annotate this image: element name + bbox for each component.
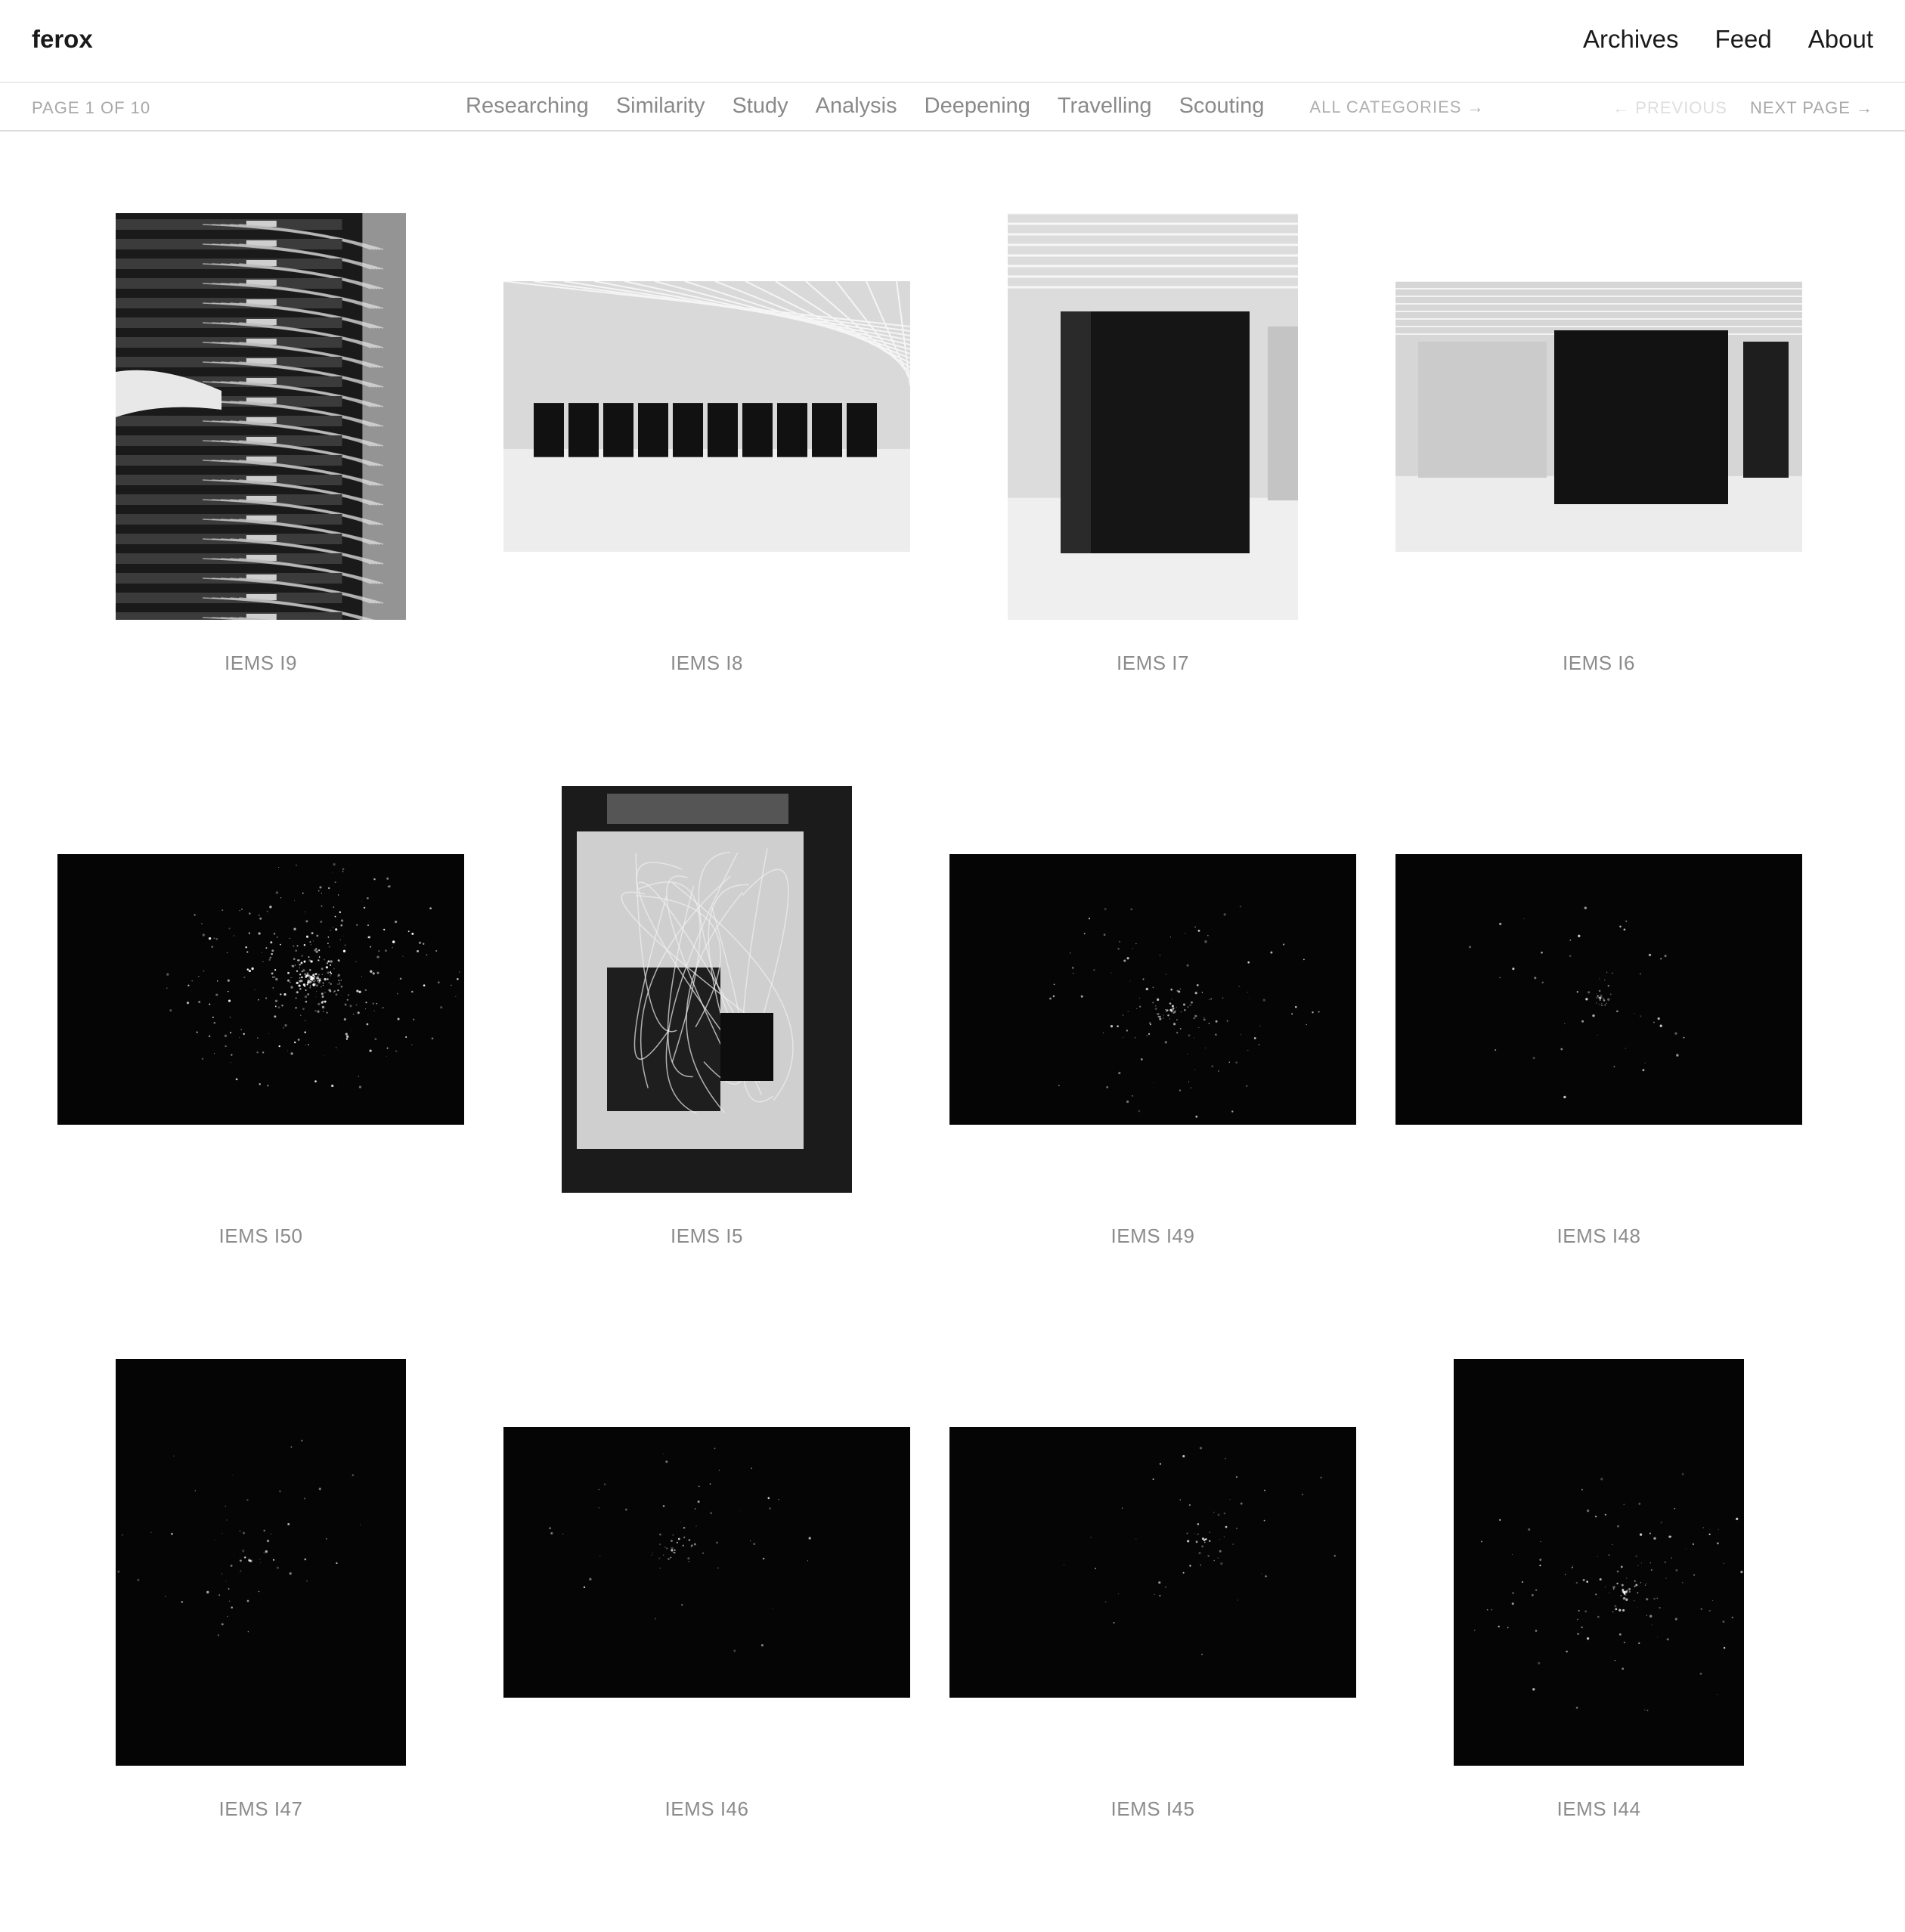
photo-thumbnail[interactable] <box>1395 854 1802 1125</box>
photo-caption[interactable]: IEMS I48 <box>1376 1225 1822 1248</box>
gallery-item[interactable]: IEMS I49 <box>930 786 1376 1359</box>
page-indicator: PAGE 1 OF 10 <box>32 98 151 117</box>
gallery-item[interactable]: IEMS I50 <box>38 786 484 1359</box>
category-scouting[interactable]: Scouting <box>1179 94 1265 119</box>
photo-caption[interactable]: IEMS I46 <box>484 1797 930 1821</box>
gallery-row: IEMS I47 IEMS I46 IEMS I45 IEMS I44 <box>38 1359 1867 1932</box>
category-researching[interactable]: Researching <box>466 94 589 119</box>
category-travelling[interactable]: Travelling <box>1058 94 1152 119</box>
photo-thumbnail[interactable] <box>1395 281 1802 552</box>
photo-thumbnail[interactable] <box>503 1427 910 1698</box>
photo-thumbnail[interactable] <box>116 213 406 620</box>
photo-thumbnail[interactable] <box>1008 213 1298 620</box>
photo-thumbnail[interactable] <box>562 786 852 1193</box>
nav-feed-link[interactable]: Feed <box>1715 25 1772 54</box>
gallery-item[interactable]: IEMS I7 <box>930 213 1376 786</box>
photo-thumbnail[interactable] <box>949 854 1356 1125</box>
gallery-item[interactable]: IEMS I5 <box>484 786 930 1359</box>
gallery-item[interactable]: IEMS I6 <box>1376 213 1822 786</box>
photo-thumbnail[interactable] <box>57 854 464 1125</box>
nav-archives-link[interactable]: Archives <box>1583 25 1679 54</box>
pagination: ← PREVIOUS NEXT PAGE → <box>1612 98 1873 118</box>
photo-caption[interactable]: IEMS I49 <box>930 1225 1376 1248</box>
photo-thumbnail[interactable] <box>503 281 910 552</box>
gallery-row: IEMS I50 IEMS I5 IEMS I49 IEMS I48 <box>38 786 1867 1359</box>
gallery-item[interactable]: IEMS I46 <box>484 1359 930 1932</box>
nav-about-link[interactable]: About <box>1808 25 1873 54</box>
photo-grid: IEMS I9 IEMS I8 IEMS I7 IEMS I6 IEMS I50 IEMS… <box>38 213 1867 1932</box>
category-list: Researching Similarity Study Analysis De… <box>466 94 1485 119</box>
photo-caption[interactable]: IEMS I45 <box>930 1797 1376 1821</box>
photo-caption[interactable]: IEMS I5 <box>484 1225 930 1248</box>
gallery-item[interactable]: IEMS I45 <box>930 1359 1376 1932</box>
photo-caption[interactable]: IEMS I50 <box>38 1225 484 1248</box>
category-study[interactable]: Study <box>732 94 788 119</box>
photo-caption[interactable]: IEMS I44 <box>1376 1797 1822 1821</box>
gallery-row: IEMS I9 IEMS I8 IEMS I7 IEMS I6 <box>38 213 1867 786</box>
category-analysis[interactable]: Analysis <box>816 94 897 119</box>
photo-thumbnail[interactable] <box>1454 1359 1744 1766</box>
gallery-item[interactable]: IEMS I9 <box>38 213 484 786</box>
gallery-item[interactable]: IEMS I47 <box>38 1359 484 1932</box>
photo-thumbnail[interactable] <box>949 1427 1356 1698</box>
category-similarity[interactable]: Similarity <box>616 94 705 119</box>
photo-caption[interactable]: IEMS I47 <box>38 1797 484 1821</box>
top-nav: Archives Feed About <box>1583 25 1873 54</box>
category-bar: PAGE 1 OF 10 Researching Similarity Stud… <box>0 83 1905 132</box>
photo-caption[interactable]: IEMS I6 <box>1376 652 1822 675</box>
category-deepening[interactable]: Deepening <box>925 94 1030 119</box>
site-header: ferox Archives Feed About <box>0 0 1905 83</box>
photo-caption[interactable]: IEMS I9 <box>38 652 484 675</box>
site-logo[interactable]: ferox <box>32 25 93 54</box>
gallery-item[interactable]: IEMS I44 <box>1376 1359 1822 1932</box>
photo-caption[interactable]: IEMS I8 <box>484 652 930 675</box>
next-page-link[interactable]: NEXT PAGE → <box>1750 98 1873 118</box>
photo-caption[interactable]: IEMS I7 <box>930 652 1376 675</box>
previous-page-link[interactable]: ← PREVIOUS <box>1612 98 1727 118</box>
photo-thumbnail[interactable] <box>116 1359 406 1766</box>
gallery-item[interactable]: IEMS I8 <box>484 213 930 786</box>
all-categories-link[interactable]: ALL CATEGORIES → <box>1309 98 1484 117</box>
gallery-item[interactable]: IEMS I48 <box>1376 786 1822 1359</box>
